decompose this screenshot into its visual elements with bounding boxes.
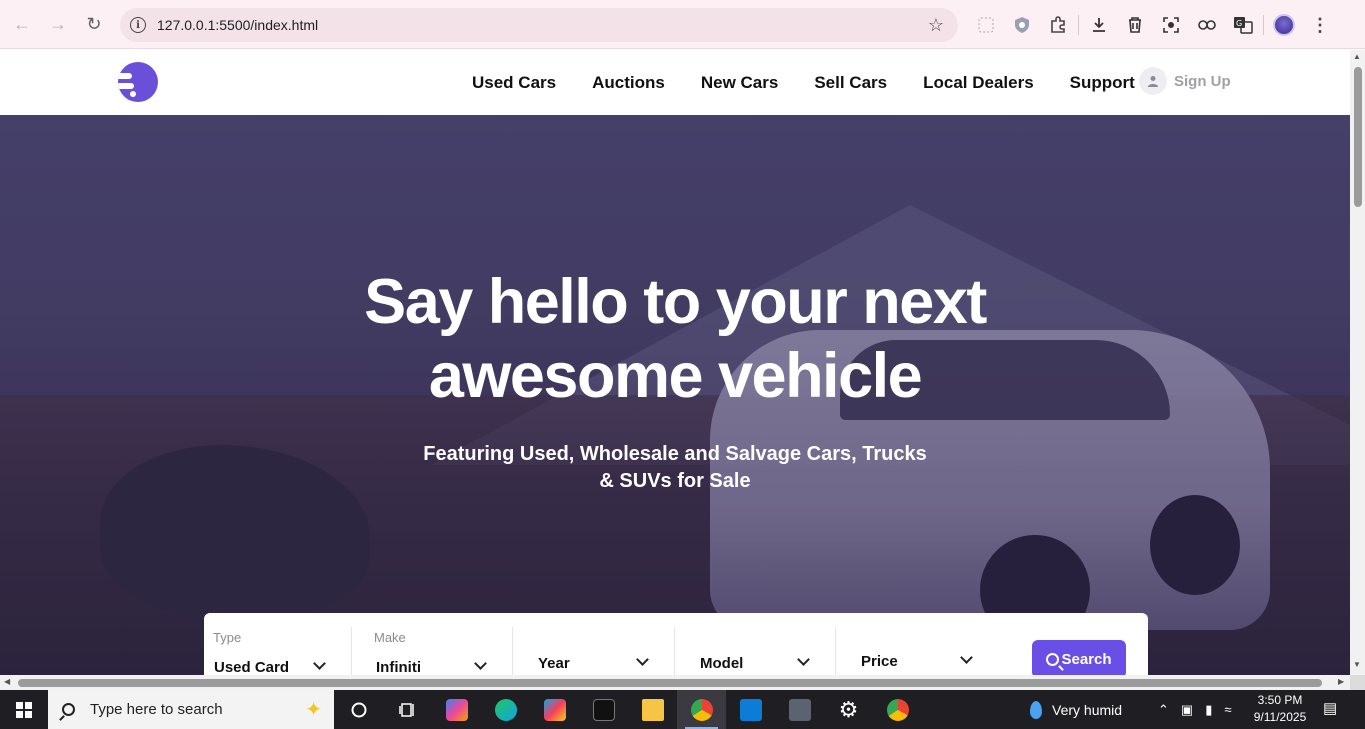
nav-support[interactable]: Support xyxy=(1070,73,1135,93)
store-icon[interactable] xyxy=(530,690,579,729)
type-label: Type xyxy=(213,630,242,645)
scroll-right-arrow-icon[interactable]: ▶ xyxy=(1338,677,1344,686)
vehicle-search-panel: Type Used Card Make Infiniti Year Model … xyxy=(204,613,1148,683)
hero-title-line-1: Say hello to your next xyxy=(364,267,987,337)
hero-section: Say hello to your next awesome vehicle F… xyxy=(0,115,1350,675)
horizontal-scroll-thumb[interactable] xyxy=(18,679,1322,687)
horizontal-scrollbar[interactable]: ◀ ▶ xyxy=(0,675,1350,690)
system-clock[interactable]: 3:50 PM 9/11/2025 xyxy=(1250,692,1310,726)
nav-local-dealers[interactable]: Local Dealers xyxy=(923,73,1034,93)
extensions-bar: G ⋮ xyxy=(968,9,1338,41)
year-value: Year xyxy=(538,655,570,672)
taskbar: Type here to search ✦ ⚙ Very humid ⌃ ▣ ▮… xyxy=(0,690,1365,729)
download-icon[interactable] xyxy=(1081,9,1117,41)
puzzle-icon[interactable] xyxy=(1040,9,1076,41)
edge-icon[interactable] xyxy=(481,690,530,729)
profile-avatar[interactable] xyxy=(1266,9,1302,41)
address-bar[interactable]: i 127.0.0.1:5500/index.html ☆ xyxy=(120,8,958,42)
scroll-up-arrow-icon[interactable]: ▲ xyxy=(1353,52,1361,61)
clock-date: 9/11/2025 xyxy=(1253,710,1307,724)
search-icon xyxy=(62,703,75,716)
scroll-left-arrow-icon[interactable]: ◀ xyxy=(4,677,10,686)
weather-text: Very humid xyxy=(1052,701,1123,718)
task-view-icon[interactable] xyxy=(383,690,432,729)
wifi-icon[interactable]: ≈ xyxy=(1224,702,1231,717)
trash-icon[interactable] xyxy=(1117,9,1153,41)
weather-widget[interactable]: Very humid xyxy=(1030,690,1122,729)
chevron-down-icon xyxy=(474,657,487,670)
user-icon xyxy=(1139,67,1167,95)
sign-up-button[interactable]: Sign Up xyxy=(1139,67,1231,95)
hero-subtitle-line-2: & SUVs for Sale xyxy=(599,470,751,492)
back-button[interactable]: ← xyxy=(4,6,40,42)
chevron-down-icon xyxy=(313,657,326,670)
link-icon[interactable] xyxy=(1189,9,1225,41)
search-icon xyxy=(1046,652,1060,666)
copilot-sparkle-icon: ✦ xyxy=(305,699,322,721)
search-button[interactable]: Search xyxy=(1032,640,1126,678)
copilot-icon[interactable] xyxy=(432,690,481,729)
model-value: Model xyxy=(700,655,744,672)
vertical-scrollbar[interactable]: ▲ ▼ xyxy=(1350,50,1365,675)
chevron-down-icon xyxy=(636,653,649,666)
chrome-icon[interactable] xyxy=(677,690,726,729)
clock-time: 3:50 PM xyxy=(1257,693,1303,707)
bookmark-star-icon[interactable]: ☆ xyxy=(928,15,944,36)
url-text[interactable]: 127.0.0.1:5500/index.html xyxy=(157,17,318,33)
price-value: Price xyxy=(861,653,898,670)
sign-up-label: Sign Up xyxy=(1174,72,1231,90)
hero-title: Say hello to your next awesome vehicle xyxy=(0,265,1350,413)
forward-button[interactable]: → xyxy=(40,6,76,42)
make-value: Infiniti xyxy=(376,659,421,676)
hero-subtitle: Featuring Used, Wholesale and Salvage Ca… xyxy=(405,441,945,495)
main-nav: Used Cars Auctions New Cars Sell Cars Lo… xyxy=(454,50,1153,115)
terminal-icon[interactable] xyxy=(579,690,628,729)
notification-icon[interactable]: ▤ xyxy=(1323,699,1337,717)
settings-gear-icon[interactable]: ⚙ xyxy=(824,690,873,729)
battery-icon[interactable]: ▮ xyxy=(1205,702,1212,718)
cortana-icon[interactable] xyxy=(334,690,383,729)
translate-icon[interactable]: G xyxy=(1225,9,1261,41)
start-button[interactable] xyxy=(0,690,48,729)
taskbar-search[interactable]: Type here to search ✦ xyxy=(48,690,334,729)
reload-button[interactable]: ↻ xyxy=(76,6,112,42)
type-value: Used Card xyxy=(214,659,290,676)
hero-subtitle-line-1: Featuring Used, Wholesale and Salvage Ca… xyxy=(423,443,927,465)
meet-now-icon[interactable]: ▣ xyxy=(1181,702,1193,718)
chevron-up-icon[interactable]: ⌃ xyxy=(1158,702,1169,718)
nav-auctions[interactable]: Auctions xyxy=(592,73,665,93)
search-button-label: Search xyxy=(1061,650,1112,668)
svg-text:G: G xyxy=(1236,19,1242,28)
windows-icon xyxy=(16,701,32,718)
scrollbar-corner xyxy=(1350,675,1365,690)
vscode-icon[interactable] xyxy=(726,690,775,729)
vertical-scroll-thumb[interactable] xyxy=(1354,67,1362,207)
extension-icon[interactable] xyxy=(968,9,1004,41)
site-logo[interactable] xyxy=(118,62,158,102)
site-info-icon[interactable]: i xyxy=(130,17,146,33)
system-tray: ⌃ ▣ ▮ ≈ xyxy=(1152,690,1238,729)
file-explorer-icon[interactable] xyxy=(628,690,677,729)
nav-sell-cars[interactable]: Sell Cars xyxy=(814,73,887,93)
taskbar-search-placeholder: Type here to search xyxy=(90,701,223,718)
hero-title-line-2: awesome vehicle xyxy=(428,341,923,411)
screenshot-icon[interactable] xyxy=(1153,9,1189,41)
make-label: Make xyxy=(374,630,406,645)
site-header: Used Cars Auctions New Cars Sell Cars Lo… xyxy=(0,50,1350,115)
chrome-profile-icon[interactable] xyxy=(873,690,922,729)
browser-toolbar: ← → ↻ i 127.0.0.1:5500/index.html ☆ G ⋮ xyxy=(0,0,1365,49)
nav-new-cars[interactable]: New Cars xyxy=(701,73,778,93)
browser-menu-icon[interactable]: ⋮ xyxy=(1302,9,1338,41)
calculator-icon[interactable] xyxy=(775,690,824,729)
scroll-down-arrow-icon[interactable]: ▼ xyxy=(1353,660,1361,669)
shield-icon[interactable] xyxy=(1004,9,1040,41)
nav-used-cars[interactable]: Used Cars xyxy=(472,73,556,93)
chevron-down-icon xyxy=(797,653,810,666)
water-drop-icon xyxy=(1030,700,1042,719)
chevron-down-icon xyxy=(960,651,973,664)
